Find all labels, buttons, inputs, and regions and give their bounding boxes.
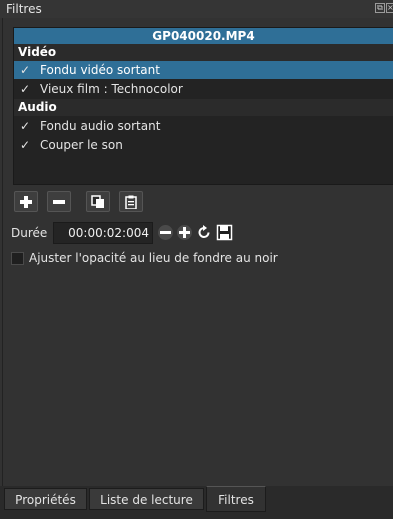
reset-button[interactable] <box>196 224 213 241</box>
add-icon <box>20 196 32 208</box>
remove-filter-button[interactable] <box>47 191 71 212</box>
save-preset-button[interactable] <box>216 224 233 241</box>
panel-titlebar: Filtres ⧉ × <box>0 0 393 18</box>
tab-properties[interactable]: Propriétés <box>4 488 87 510</box>
add-filter-button[interactable] <box>14 191 38 212</box>
panel-title: Filtres <box>6 2 42 16</box>
save-icon <box>216 224 233 241</box>
decrement-button[interactable] <box>157 224 174 241</box>
opacity-checkbox[interactable] <box>11 252 24 265</box>
filter-label: Couper le son <box>40 138 123 152</box>
filters-panel: Filtres ⧉ × GP040020.MP4 Vidéo ✓ Fondu v… <box>0 0 393 519</box>
list-item[interactable]: ✓ Fondu vidéo sortant <box>14 61 393 79</box>
filter-label: Fondu audio sortant <box>40 119 161 133</box>
copy-icon <box>91 195 104 208</box>
tab-playlist[interactable]: Liste de lecture <box>89 488 204 510</box>
check-icon[interactable]: ✓ <box>20 61 32 79</box>
remove-icon <box>53 200 65 204</box>
filter-label: Vieux film : Technocolor <box>40 82 183 96</box>
list-item[interactable]: ✓ Fondu audio sortant <box>14 117 393 135</box>
panel-content: GP040020.MP4 Vidéo ✓ Fondu vidéo sortant… <box>2 18 393 486</box>
check-icon[interactable]: ✓ <box>20 80 32 98</box>
minus-icon <box>158 225 173 240</box>
duration-label: Durée <box>11 226 48 240</box>
float-icon[interactable]: ⧉ <box>375 3 385 13</box>
filter-label: Fondu vidéo sortant <box>40 63 160 77</box>
section-audio-header: Audio <box>14 99 393 116</box>
reset-icon <box>198 225 210 238</box>
opacity-option-label: Ajuster l'opacité au lieu de fondre au n… <box>29 251 278 265</box>
increment-button[interactable] <box>176 224 193 241</box>
paste-icon <box>125 195 137 209</box>
paste-filters-button[interactable] <box>119 191 143 212</box>
duration-field[interactable]: 00:00:02:004 <box>53 222 153 244</box>
plus-icon <box>177 225 192 240</box>
list-item[interactable]: ✓ Couper le son <box>14 136 393 154</box>
check-icon[interactable]: ✓ <box>20 136 32 154</box>
close-icon[interactable]: × <box>386 3 393 13</box>
section-video-header: Vidéo <box>14 44 393 61</box>
tab-bar: Propriétés Liste de lecture Filtres <box>0 486 393 519</box>
copy-filters-button[interactable] <box>86 191 110 212</box>
filter-list[interactable]: GP040020.MP4 Vidéo ✓ Fondu vidéo sortant… <box>13 27 393 185</box>
list-item[interactable]: ✓ Vieux film : Technocolor <box>14 80 393 98</box>
tab-filters[interactable]: Filtres <box>206 486 266 512</box>
check-icon[interactable]: ✓ <box>20 117 32 135</box>
clip-name-header: GP040020.MP4 <box>14 28 393 44</box>
